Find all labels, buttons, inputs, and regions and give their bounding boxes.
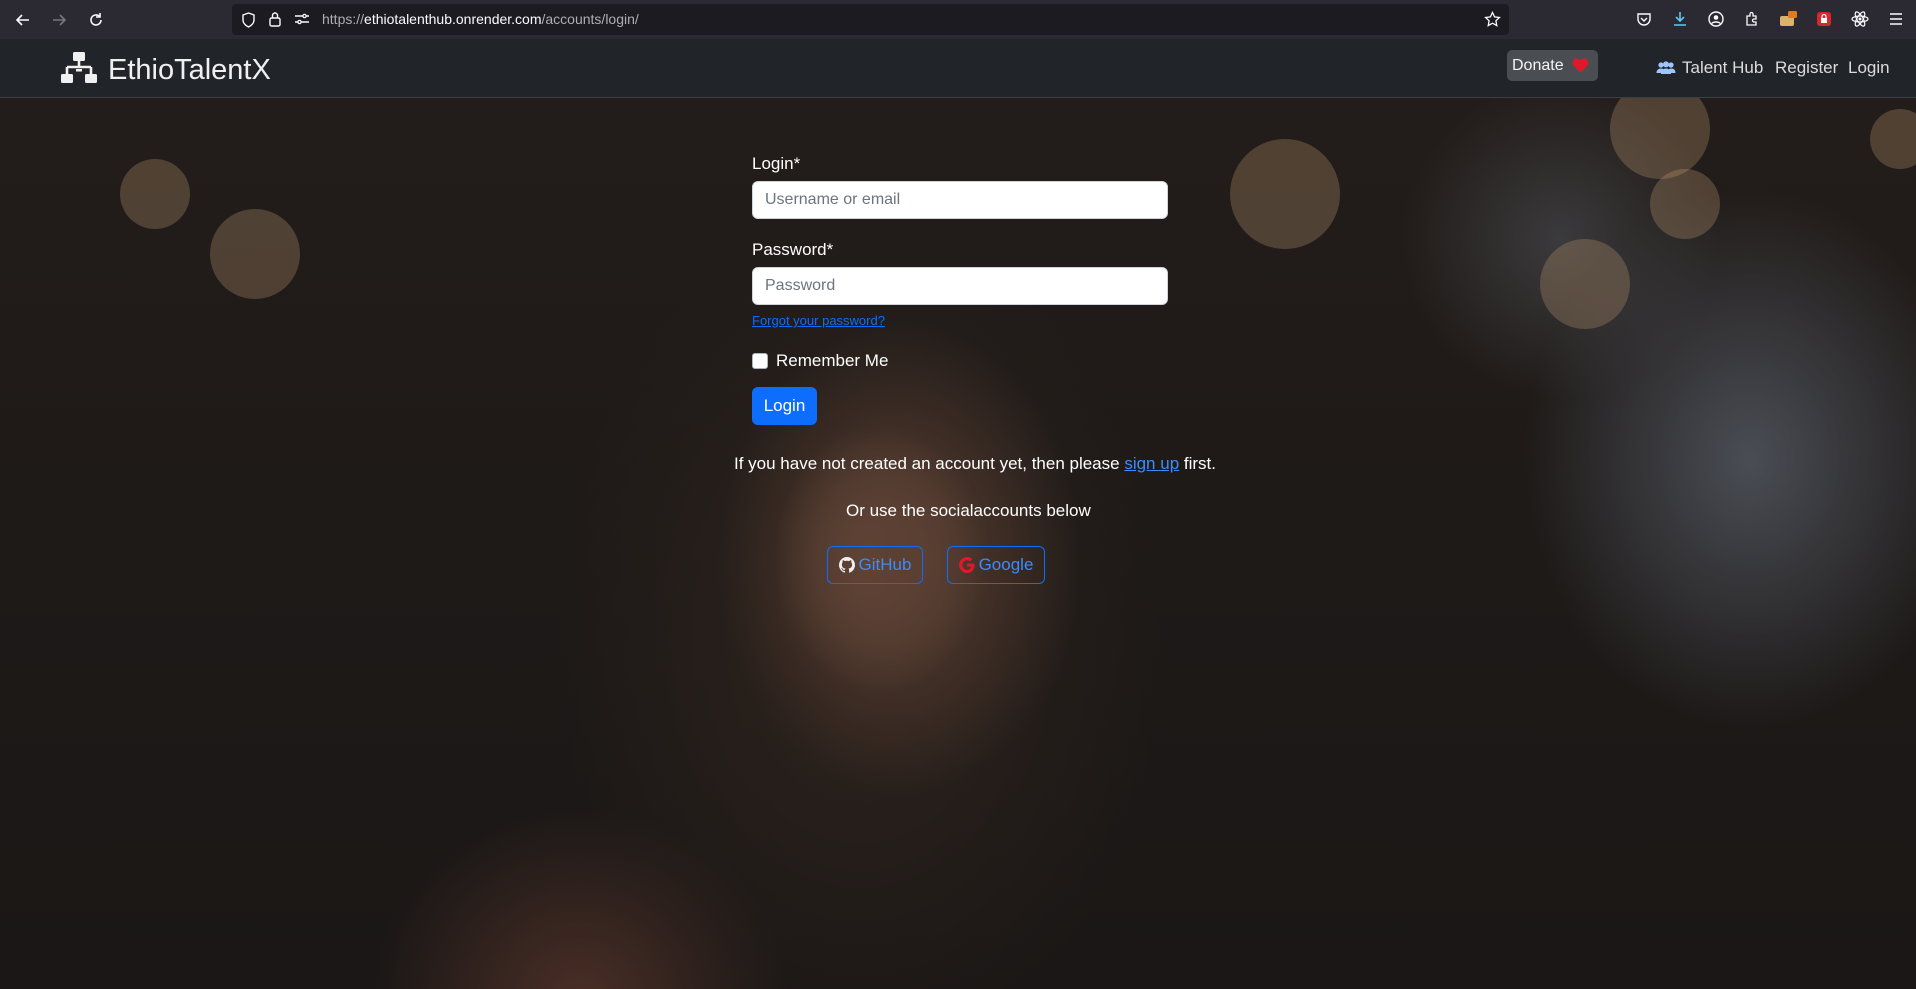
bookmark-star-icon[interactable] [1484, 10, 1501, 33]
donate-label: Donate [1512, 56, 1564, 74]
background-bokeh [1230, 139, 1340, 249]
forgot-password-link[interactable]: Forgot your password? [752, 313, 885, 328]
google-icon [958, 557, 975, 573]
remember-me-checkbox[interactable] [752, 353, 768, 369]
extension-badge-icon[interactable] [1777, 8, 1799, 30]
top-navbar: EthioTalentX Donate Talent Hub Register … [0, 39, 1916, 98]
signup-link[interactable]: sign up [1124, 454, 1179, 473]
password-field-label: Password* [752, 240, 834, 259]
nav-login[interactable]: Login [1848, 58, 1890, 78]
security-extension-icon[interactable] [1813, 8, 1835, 30]
nav-register[interactable]: Register [1775, 58, 1838, 78]
background-bokeh [120, 159, 190, 229]
lock-icon[interactable] [268, 11, 282, 32]
github-login-button[interactable]: GitHub [827, 546, 923, 584]
brand-name: EthioTalentX [108, 54, 271, 86]
google-login-button[interactable]: Google [947, 546, 1045, 584]
pocket-icon[interactable] [1633, 8, 1655, 30]
forward-icon[interactable] [47, 8, 71, 32]
donate-button[interactable]: Donate [1507, 50, 1598, 81]
nav-talent-hub[interactable]: Talent Hub [1656, 58, 1763, 78]
page-background: EthioTalentX Donate Talent Hub Register … [0, 39, 1916, 989]
react-devtools-icon[interactable] [1849, 8, 1871, 30]
reload-icon[interactable] [84, 8, 108, 32]
background-bokeh [1650, 169, 1720, 239]
background-bokeh [1870, 109, 1916, 169]
menu-icon[interactable] [1885, 8, 1907, 30]
extensions-icon[interactable] [1741, 8, 1763, 30]
google-label: Google [978, 555, 1034, 574]
signup-prefix: If you have not created an account yet, … [734, 454, 1125, 473]
login-field-label: Login* [752, 154, 801, 173]
login-input[interactable] [752, 181, 1168, 219]
talent-hub-label: Talent Hub [1682, 58, 1764, 77]
browser-toolbar: https://ethiotalenthub.onrender.com/acco… [0, 0, 1916, 39]
back-icon[interactable] [11, 8, 35, 32]
login-button[interactable]: Login [752, 387, 817, 425]
heart-icon [1572, 58, 1589, 73]
network-icon [60, 51, 98, 90]
brand-link[interactable]: EthioTalentX [60, 51, 271, 90]
remember-me[interactable]: Remember Me [752, 351, 888, 371]
url-bar[interactable]: https://ethiotalenthub.onrender.com/acco… [232, 4, 1509, 35]
url-text: https://ethiotalenthub.onrender.com/acco… [322, 11, 639, 27]
github-label: GitHub [858, 555, 912, 574]
password-input[interactable] [752, 267, 1168, 305]
github-icon [838, 557, 855, 573]
signup-prompt: If you have not created an account yet, … [734, 454, 1216, 474]
background-bokeh [1540, 239, 1630, 329]
background-bokeh [210, 209, 300, 299]
account-icon[interactable] [1705, 8, 1727, 30]
remember-me-label: Remember Me [776, 351, 889, 370]
shield-icon[interactable] [241, 12, 256, 33]
signup-suffix: first. [1179, 454, 1216, 473]
permissions-icon[interactable] [294, 12, 310, 31]
users-icon [1656, 60, 1676, 76]
download-icon[interactable] [1669, 8, 1691, 30]
social-accounts-text: Or use the socialaccounts below [846, 501, 1091, 520]
